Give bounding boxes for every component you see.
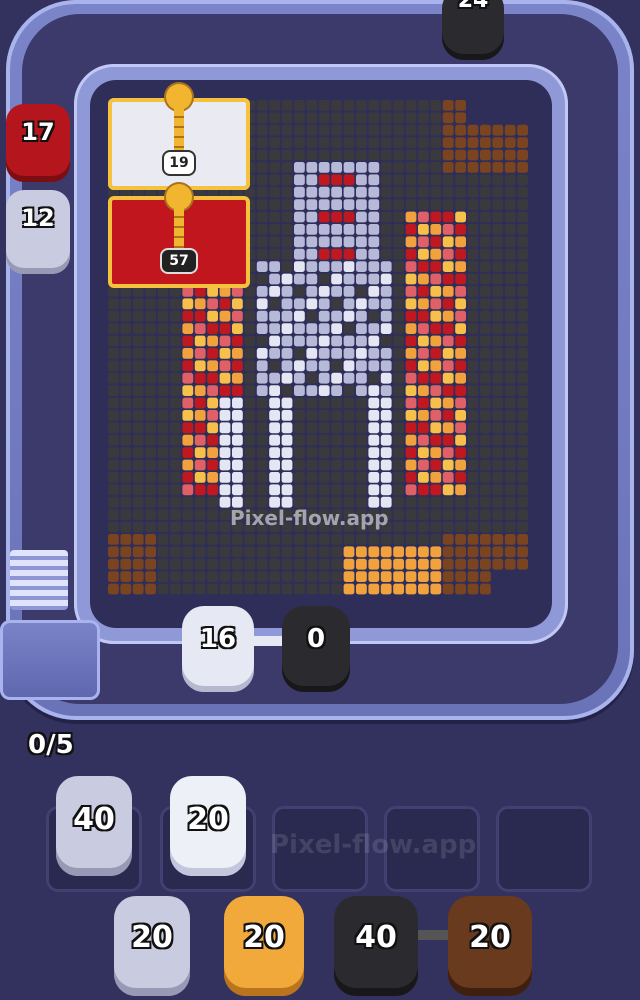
slots-progress: 0/5 xyxy=(28,730,74,760)
queue-shooter-4[interactable]: 20 xyxy=(448,896,532,996)
shooter-count: 20 xyxy=(131,920,173,955)
chest-lock-icon xyxy=(166,84,192,110)
chest-count: 57 xyxy=(162,250,196,272)
gray-shooter[interactable]: 12 xyxy=(6,190,70,274)
track-entry xyxy=(0,620,100,700)
shooter-count: 40 xyxy=(355,920,397,955)
black-shooter-active[interactable]: 0 xyxy=(282,606,350,692)
red-chest[interactable]: 57 xyxy=(108,184,250,288)
shooter-count: 0 xyxy=(306,624,326,654)
shooter-count: 24 xyxy=(457,0,489,13)
shooter-count: 16 xyxy=(199,624,237,654)
white-chest[interactable]: 19 xyxy=(108,84,250,190)
track-ramp xyxy=(10,550,68,610)
chest-count: 19 xyxy=(164,152,194,174)
shooter-count: 20 xyxy=(187,802,229,837)
shooter-count: 12 xyxy=(21,204,55,232)
shooter-count: 20 xyxy=(243,920,285,955)
shooter-count: 17 xyxy=(21,118,55,146)
watermark-board: Pixel-flow.app xyxy=(230,506,389,530)
watermark-slots: Pixel-flow.app xyxy=(270,830,477,860)
white-shooter-active[interactable]: 16 xyxy=(182,606,254,692)
chest-chain xyxy=(174,208,184,248)
queue-shooter-3[interactable]: 40 xyxy=(334,896,418,996)
red-shooter[interactable]: 17 xyxy=(6,104,70,182)
slot-5[interactable] xyxy=(496,806,592,892)
queue-shooter-1[interactable]: 20 xyxy=(114,896,190,996)
slot-shooter[interactable]: 20 xyxy=(170,776,246,876)
slot-shooter[interactable]: 40 xyxy=(56,776,132,876)
chest-lock-icon xyxy=(166,184,192,210)
shooter-count: 20 xyxy=(469,920,511,955)
shooter-count: 40 xyxy=(73,802,115,837)
queue-shooter-2[interactable]: 20 xyxy=(224,896,304,996)
top-shooter[interactable]: 24 xyxy=(442,0,504,60)
